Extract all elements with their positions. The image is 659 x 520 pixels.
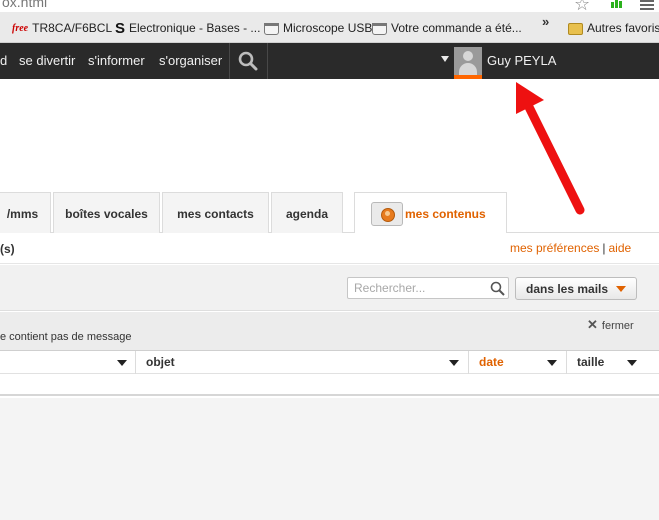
column-date[interactable]: date [469, 351, 567, 374]
column-objet[interactable]: objet [136, 351, 469, 374]
help-link[interactable]: aide [609, 241, 632, 255]
chevron-down-icon[interactable] [117, 360, 127, 366]
chevron-down-icon[interactable] [547, 360, 557, 366]
cart-icon [372, 22, 387, 35]
message-table-header: objet date taille [0, 350, 659, 374]
mailbox-subheader: (s) mes préférences | aide [0, 233, 659, 264]
nav-divider [267, 43, 268, 79]
tab-boites-vocales[interactable]: boîtes vocales [53, 192, 160, 233]
user-name[interactable]: Guy PEYLA [487, 53, 556, 68]
close-icon: ✕ [587, 317, 598, 332]
search-icon[interactable] [490, 281, 505, 296]
preferences-link[interactable]: mes préférences [510, 241, 599, 255]
nav-divider [229, 43, 230, 79]
user-avatar[interactable] [454, 47, 482, 75]
notice-text: e contient pas de message [0, 331, 132, 343]
chevron-down-icon[interactable] [627, 360, 637, 366]
url-text[interactable]: ox.html [2, 0, 47, 10]
nav-item-se-divertir[interactable]: se divertir [19, 53, 75, 68]
chevron-down-icon[interactable] [449, 360, 459, 366]
bookmark-electronique[interactable]: S Electronique - Bases - ... [115, 20, 260, 36]
avatar-indicator [454, 75, 482, 79]
avatar-head [463, 51, 473, 61]
chevron-down-icon [616, 286, 626, 292]
bookmark-commande[interactable]: Votre commande a été... [372, 20, 522, 36]
nav-item-s-organiser[interactable]: s'organiser [159, 53, 222, 68]
column-sender[interactable] [0, 351, 136, 374]
avatar-body [459, 63, 477, 75]
s-icon: S [115, 19, 126, 37]
cart-icon [264, 22, 279, 35]
free-icon: free [12, 22, 29, 34]
mail-search-input[interactable] [348, 278, 486, 298]
browser-address-strip: ox.html ☆ [0, 0, 659, 12]
mail-toolbar: dans les mails [0, 265, 659, 311]
tab-mes-contenus[interactable]: mes contenus [354, 192, 507, 234]
mail-search-box [347, 277, 509, 299]
bookmark-tr8ca[interactable]: free TR8CA/F6BCL [12, 20, 112, 36]
globe-folder-icon [371, 202, 403, 226]
tab-sms-mms[interactable]: /mms [0, 192, 51, 233]
portal-navbar: d se divertir s'informer s'organiser Guy… [0, 43, 659, 79]
close-notice-button[interactable]: ✕ fermer [587, 317, 634, 333]
chevron-down-icon[interactable] [441, 56, 449, 62]
subheader-links: mes préférences | aide [510, 241, 631, 255]
bookmark-star-icon[interactable]: ☆ [574, 0, 590, 12]
tab-agenda[interactable]: agenda [271, 192, 343, 233]
bookmark-microscope[interactable]: Microscope USB [264, 20, 372, 36]
nav-item-partial[interactable]: d [0, 53, 7, 68]
bookmarks-bar: free TR8CA/F6BCL S Electronique - Bases - … [0, 12, 659, 43]
message-list [0, 374, 659, 396]
search-scope-dropdown[interactable]: dans les mails [515, 277, 637, 300]
search-icon[interactable] [238, 51, 258, 71]
message-count: (s) [0, 242, 15, 256]
bookmark-other-favorites[interactable]: Autres favoris [568, 20, 659, 36]
column-taille[interactable]: taille [567, 351, 659, 374]
nav-item-s-informer[interactable]: s'informer [88, 53, 145, 68]
link-separator: | [602, 241, 606, 255]
lower-panel [0, 398, 659, 520]
empty-mailbox-notice: e contient pas de message ✕ fermer [0, 312, 659, 350]
more-bookmarks-chevron-icon[interactable]: » [542, 14, 549, 29]
tab-mes-contacts[interactable]: mes contacts [162, 192, 269, 233]
folder-icon [568, 22, 583, 35]
extension-bars-icon[interactable] [611, 0, 623, 8]
browser-menu-icon[interactable] [640, 0, 654, 10]
